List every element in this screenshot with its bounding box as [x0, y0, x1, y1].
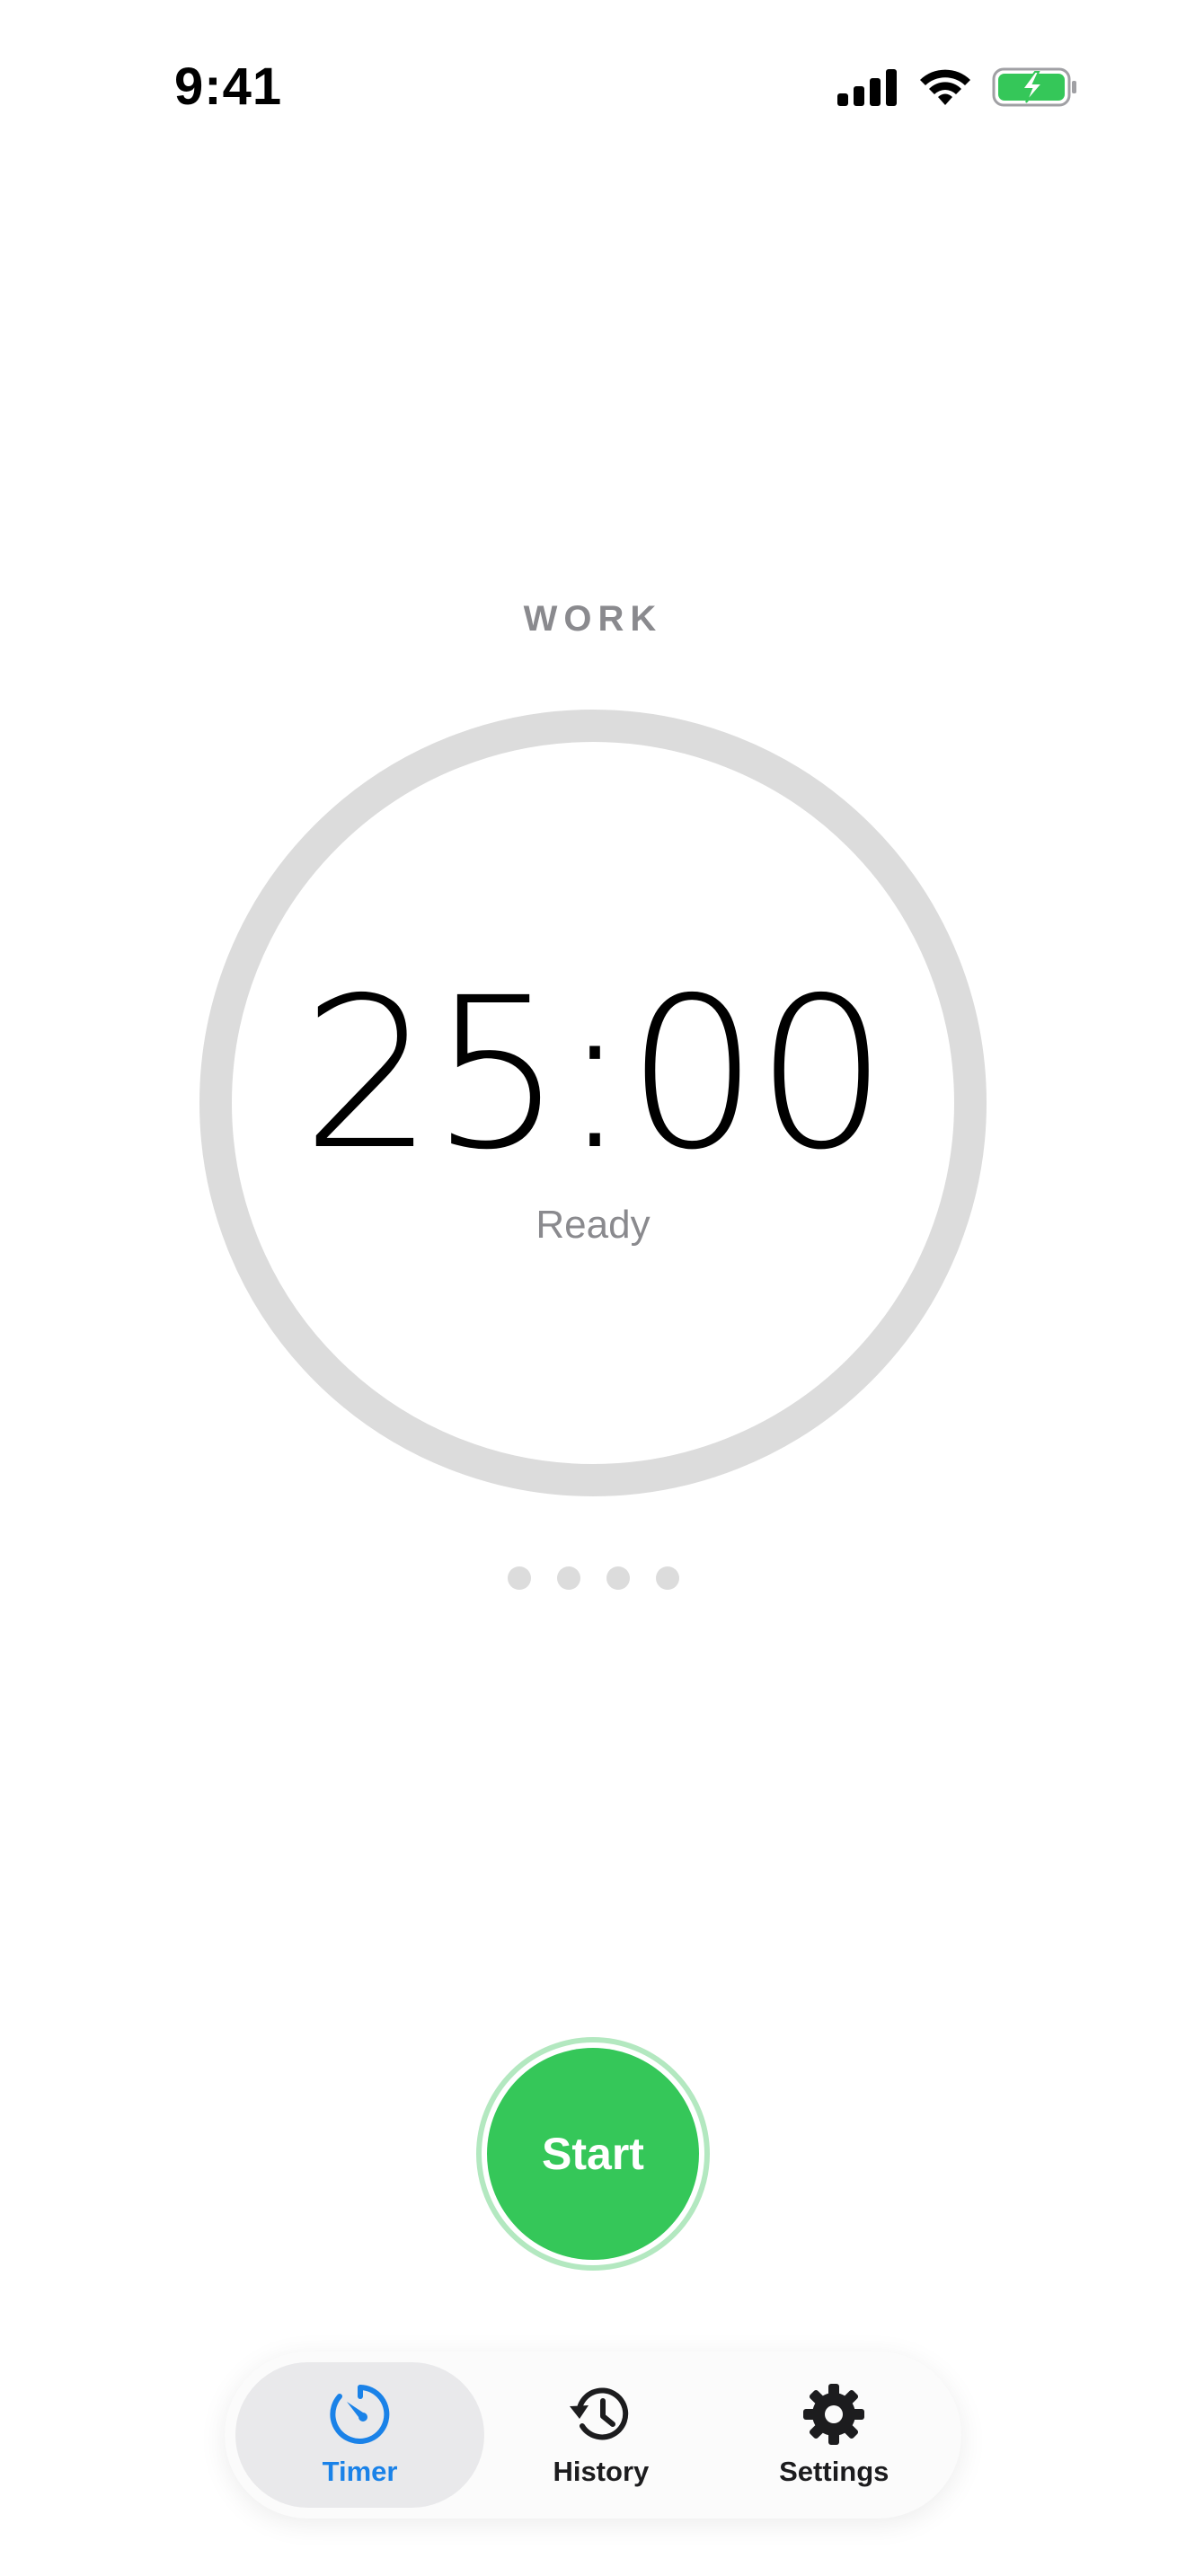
mode-label: WORK [523, 599, 663, 639]
start-button[interactable]: Start [487, 2048, 699, 2260]
status-time: 9:41 [174, 57, 283, 116]
tab-timer[interactable]: Timer [235, 2362, 485, 2508]
tab-label-timer: Timer [322, 2456, 398, 2487]
timer-icon [329, 2385, 389, 2444]
gear-icon [803, 2384, 865, 2445]
session-dot [655, 1566, 679, 1590]
tab-label-settings: Settings [779, 2456, 890, 2487]
session-dot [556, 1566, 580, 1590]
history-icon [569, 2387, 629, 2440]
wifi-icon [920, 69, 970, 105]
tab-settings[interactable]: Settings [718, 2362, 951, 2508]
start-button-halo: Start [476, 2037, 710, 2271]
session-dot [507, 1566, 531, 1590]
tab-label-history: History [553, 2456, 650, 2487]
status-icons [837, 65, 1078, 110]
battery-charging-icon [992, 67, 1076, 107]
time-display: 25:00 [301, 953, 889, 1195]
session-dot [606, 1566, 630, 1590]
session-indicator [0, 1566, 1186, 1590]
timer-screen: 9:41 WORK 25:00 Ready Start Timer Histor… [0, 0, 1186, 2576]
tab-bar: Timer History Settings [225, 2351, 961, 2519]
cellular-signal-icon [837, 69, 897, 106]
timer-status: Ready [535, 1203, 651, 1247]
tab-history[interactable]: History [484, 2362, 717, 2508]
